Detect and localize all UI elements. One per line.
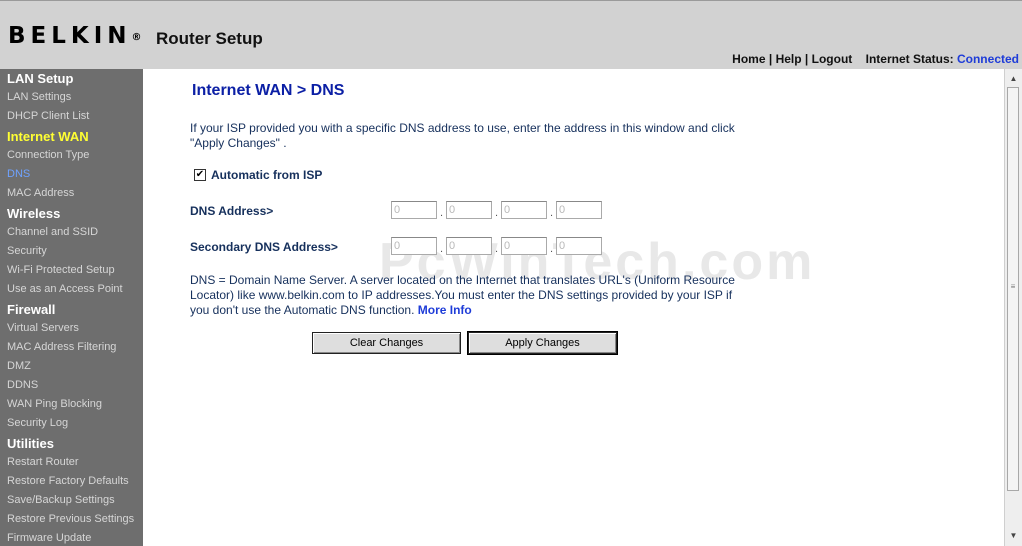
sidebar-item-restore-previous-settings[interactable]: Restore Previous Settings xyxy=(7,513,134,525)
dns-octet-2[interactable]: 0 xyxy=(446,201,492,219)
belkin-logo: BELKIN® xyxy=(8,23,142,49)
grip-icon: ≡ xyxy=(1010,282,1016,291)
secondary-dns-octet-2[interactable]: 0 xyxy=(446,237,492,255)
sidebar-item-security-log[interactable]: Security Log xyxy=(7,417,68,429)
sidebar-item-restore-factory-defaults[interactable]: Restore Factory Defaults xyxy=(7,475,129,487)
scroll-up-icon[interactable]: ▲ xyxy=(1007,72,1020,86)
dns-octet-3[interactable]: 0 xyxy=(501,201,547,219)
app-title: Router Setup xyxy=(156,29,263,48)
secondary-dns-octet-1[interactable]: 0 xyxy=(391,237,437,255)
sidebar-section-utilities: Utilities xyxy=(7,436,54,451)
automatic-from-isp-checkbox[interactable]: ✔ xyxy=(194,169,206,181)
octet-dot: . xyxy=(494,243,499,255)
link-separator: | xyxy=(768,52,773,66)
logo-text: BELKIN xyxy=(8,23,132,49)
sidebar-section-firewall: Firewall xyxy=(7,302,56,317)
octet-dot: . xyxy=(439,207,444,219)
vertical-scrollbar[interactable]: ▲ ≡ ▼ xyxy=(1004,69,1022,546)
octet-dot: . xyxy=(549,243,554,255)
home-link[interactable]: Home xyxy=(732,52,765,66)
sidebar-item-connection-type[interactable]: Connection Type xyxy=(7,149,89,161)
internet-status-label: Internet Status: xyxy=(865,52,954,66)
sidebar-item-save-backup-settings[interactable]: Save/Backup Settings xyxy=(7,494,115,506)
sidebar-section-internet-wan[interactable]: Internet WAN xyxy=(7,129,89,144)
dns-octet-1[interactable]: 0 xyxy=(391,201,437,219)
sidebar-item-security[interactable]: Security xyxy=(7,245,47,257)
sidebar-item-wi-fi-protected-setup[interactable]: Wi-Fi Protected Setup xyxy=(7,264,115,276)
apply-changes-button[interactable]: Apply Changes xyxy=(467,331,618,355)
sidebar-section-wireless: Wireless xyxy=(7,206,61,221)
automatic-from-isp-label: Automatic from ISP xyxy=(211,168,323,182)
secondary-dns-address-label: Secondary DNS Address> xyxy=(190,240,338,254)
scrollbar-thumb[interactable]: ≡ xyxy=(1007,87,1019,491)
intro-text: If your ISP provided you with a specific… xyxy=(190,121,735,150)
dns-info-paragraph: DNS = Domain Name Server. A server locat… xyxy=(190,273,750,318)
octet-dot: . xyxy=(439,243,444,255)
checkmark-icon: ✔ xyxy=(195,169,205,180)
octet-dot: . xyxy=(549,207,554,219)
sidebar-item-channel-and-ssid[interactable]: Channel and SSID xyxy=(7,226,98,238)
dns-address-label: DNS Address> xyxy=(190,204,274,218)
dns-octet-4[interactable]: 0 xyxy=(556,201,602,219)
sidebar-item-ddns[interactable]: DDNS xyxy=(7,379,38,391)
internet-status-value: Connected xyxy=(956,52,1019,66)
sidebar-item-firmware-update[interactable]: Firmware Update xyxy=(7,532,91,544)
link-separator: | xyxy=(804,52,809,66)
sidebar-item-use-as-an-access-point[interactable]: Use as an Access Point xyxy=(7,283,123,295)
help-link[interactable]: Help xyxy=(776,52,802,66)
logout-link[interactable]: Logout xyxy=(812,52,853,66)
automatic-dns-row: ✔ Automatic from ISP xyxy=(194,168,322,182)
sidebar-item-virtual-servers[interactable]: Virtual Servers xyxy=(7,322,79,334)
octet-dot: . xyxy=(494,207,499,219)
registered-mark: ® xyxy=(131,32,142,43)
sidebar-item-dmz[interactable]: DMZ xyxy=(7,360,31,372)
scroll-down-icon[interactable]: ▼ xyxy=(1007,529,1020,543)
header-bar: BELKIN® Router Setup Home | Help | Logou… xyxy=(0,0,1022,69)
sidebar-item-dns[interactable]: DNS xyxy=(7,168,30,180)
clear-changes-button[interactable]: Clear Changes xyxy=(312,332,461,354)
top-links: Home | Help | Logout Internet Status: Co… xyxy=(732,52,1019,66)
sidebar-item-mac-address[interactable]: MAC Address xyxy=(7,187,74,199)
sidebar-item-wan-ping-blocking[interactable]: WAN Ping Blocking xyxy=(7,398,102,410)
sidebar-section-lan-setup: LAN Setup xyxy=(7,71,74,86)
sidebar-item-restart-router[interactable]: Restart Router xyxy=(7,456,79,468)
secondary-dns-address-field: 0 . 0 . 0 . 0 xyxy=(391,237,602,255)
dns-address-field: 0 . 0 . 0 . 0 xyxy=(391,201,602,219)
more-info-link[interactable]: More Info xyxy=(418,303,472,317)
sidebar-item-dhcp-client-list[interactable]: DHCP Client List xyxy=(7,110,89,122)
sidebar-item-lan-settings[interactable]: LAN Settings xyxy=(7,91,71,103)
secondary-dns-octet-4[interactable]: 0 xyxy=(556,237,602,255)
page-title: Internet WAN > DNS xyxy=(192,82,345,99)
main-content: PcWinTech.com Internet WAN > DNS If your… xyxy=(143,69,1004,546)
secondary-dns-octet-3[interactable]: 0 xyxy=(501,237,547,255)
sidebar-nav: LAN Setup LAN Settings DHCP Client List Int… xyxy=(0,69,143,546)
sidebar-item-mac-address-filtering[interactable]: MAC Address Filtering xyxy=(7,341,116,353)
